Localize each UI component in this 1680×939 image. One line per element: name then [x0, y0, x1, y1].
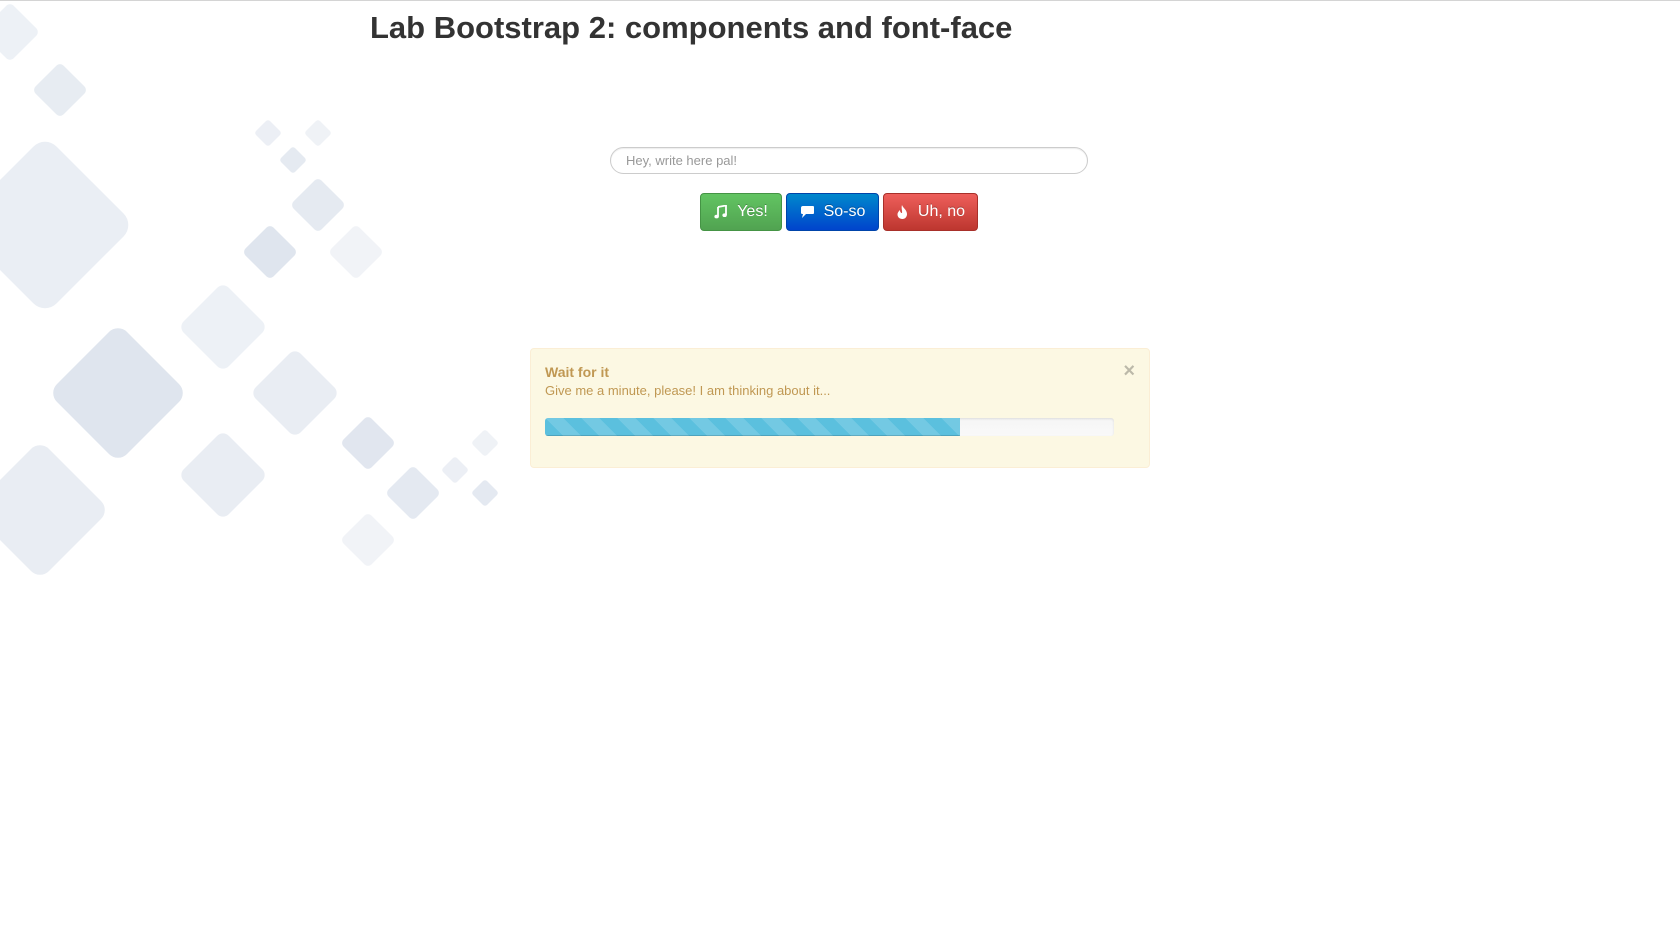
search-input[interactable]	[610, 147, 1088, 174]
alert-heading: Wait for it	[545, 364, 610, 380]
background-diamond-tile	[0, 141, 129, 309]
background-diamond-tile	[181, 285, 265, 369]
alert-warning: Wait for it Give me a minute, please! I …	[530, 348, 1150, 468]
background-diamond-tile	[442, 457, 468, 483]
uh-no-button[interactable]: Uh, no	[883, 193, 978, 231]
progress-bar-track	[545, 418, 1114, 436]
background-diamond-tile	[280, 147, 306, 173]
background-diamond-tile	[181, 433, 265, 517]
background-diamond-tile	[330, 226, 382, 278]
background-diamond-tile	[53, 328, 183, 458]
background-diamond-tile	[0, 445, 105, 575]
background-diamond-tile	[387, 467, 439, 519]
fire-icon	[896, 205, 909, 219]
yes-button[interactable]: Yes!	[700, 193, 782, 231]
background-diamond-tile	[305, 120, 331, 146]
background-diamond-tile	[34, 64, 86, 116]
close-icon[interactable]: ×	[1123, 361, 1135, 381]
alert-message: Give me a minute, please! I am thinking …	[545, 383, 831, 398]
background-diamond-tile	[472, 480, 498, 506]
speech-bubble-icon	[800, 205, 815, 219]
background-diamond-pattern	[0, 4, 498, 575]
so-so-button[interactable]: So-so	[786, 193, 879, 231]
background-diamond-tile	[342, 417, 394, 469]
yes-button-label: Yes!	[737, 203, 768, 220]
so-so-button-label: So-so	[823, 203, 866, 220]
music-note-icon	[714, 205, 728, 219]
background-diamond-tile	[255, 120, 281, 146]
background-diamond-tile	[342, 514, 394, 566]
background-diamond-tile	[292, 179, 344, 231]
page-title: Lab Bootstrap 2: components and font-fac…	[370, 10, 1013, 45]
background-diamond-tile	[472, 430, 498, 456]
background-diamond-tile	[253, 351, 337, 435]
background-diamond-tile	[0, 4, 38, 60]
background-diamond-tile	[244, 226, 296, 278]
progress-bar-fill	[545, 418, 961, 436]
uh-no-button-label: Uh, no	[917, 203, 966, 220]
